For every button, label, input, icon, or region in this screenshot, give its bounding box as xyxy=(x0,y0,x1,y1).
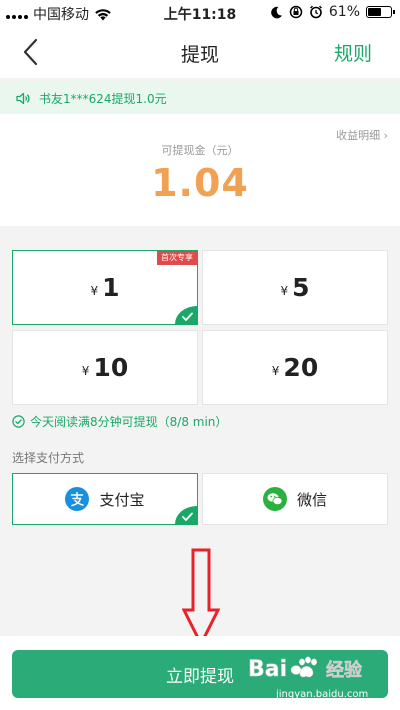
amount-value: 20 xyxy=(283,353,319,382)
signal-icon xyxy=(6,9,28,19)
battery-percent: 61% xyxy=(328,4,360,20)
status-bar-right: 61% xyxy=(270,4,395,20)
carrier-name: 中国移动 xyxy=(33,7,89,23)
reading-tip-text: 今天阅读满8分钟可提现（8/8 min） xyxy=(30,415,228,429)
speaker-icon xyxy=(16,92,30,104)
selected-check-icon xyxy=(175,506,197,524)
alarm-icon xyxy=(309,5,322,19)
withdraw-notice-bar: 书友1***624提现1.0元 xyxy=(0,82,400,114)
amount-options: 首次专享 ¥ 1 ¥ 5 ¥ 10 ¥ 20 xyxy=(12,250,388,405)
rules-link[interactable]: 规则 xyxy=(334,39,372,66)
amount-option-1[interactable]: 首次专享 ¥ 1 xyxy=(12,250,198,325)
status-bar: 中国移动 上午11:18 61% xyxy=(0,0,400,26)
moon-icon xyxy=(271,6,282,18)
amount-value: 10 xyxy=(93,353,129,382)
back-arrow-icon[interactable] xyxy=(20,38,44,66)
notice-text: 书友1***624提现1.0元 xyxy=(39,91,167,106)
wechat-icon xyxy=(262,487,287,511)
currency-symbol: ¥ xyxy=(90,283,99,298)
alipay-icon xyxy=(65,487,90,511)
balance-value: 1.04 xyxy=(151,161,249,205)
status-bar-left: 中国移动 xyxy=(6,4,112,24)
amount-value: 5 xyxy=(292,273,310,302)
currency-symbol: ¥ xyxy=(81,363,90,378)
amount-option-10[interactable]: ¥ 10 xyxy=(12,330,198,405)
balance-label: 可提现金（元） xyxy=(161,144,239,157)
first-time-tag: 首次专享 xyxy=(157,251,197,265)
payment-method-label: 选择支付方式 xyxy=(12,451,85,465)
battery-icon xyxy=(366,6,395,18)
currency-symbol: ¥ xyxy=(280,283,289,298)
battery-fill xyxy=(368,8,382,16)
wifi-icon xyxy=(95,8,111,20)
earnings-detail-link[interactable]: 收益明细 › xyxy=(336,127,388,143)
withdraw-now-button[interactable]: 立即提现 xyxy=(12,650,388,698)
bottom-bar: 立即提现 xyxy=(0,636,400,710)
payment-option-wechat[interactable]: 微信 xyxy=(202,473,388,525)
balance-card: 收益明细 › 可提现金（元） 1.04 xyxy=(0,114,400,226)
selected-check-icon xyxy=(175,306,197,324)
payment-options: 支付宝 微信 xyxy=(12,473,388,525)
amount-option-5[interactable]: ¥ 5 xyxy=(202,250,388,325)
payment-option-alipay[interactable]: 支付宝 xyxy=(12,473,198,525)
payment-name: 微信 xyxy=(296,490,327,509)
down-arrow-annotation xyxy=(182,548,220,646)
check-circle-icon xyxy=(12,415,25,428)
nav-bar: 提现 规则 xyxy=(0,26,400,78)
amount-option-20[interactable]: ¥ 20 xyxy=(202,330,388,405)
currency-symbol: ¥ xyxy=(271,363,280,378)
amount-value: 1 xyxy=(102,273,120,302)
payment-name: 支付宝 xyxy=(99,490,145,509)
rotation-lock-icon xyxy=(289,5,303,19)
reading-requirement-tip: 今天阅读满8分钟可提现（8/8 min） xyxy=(12,413,227,430)
